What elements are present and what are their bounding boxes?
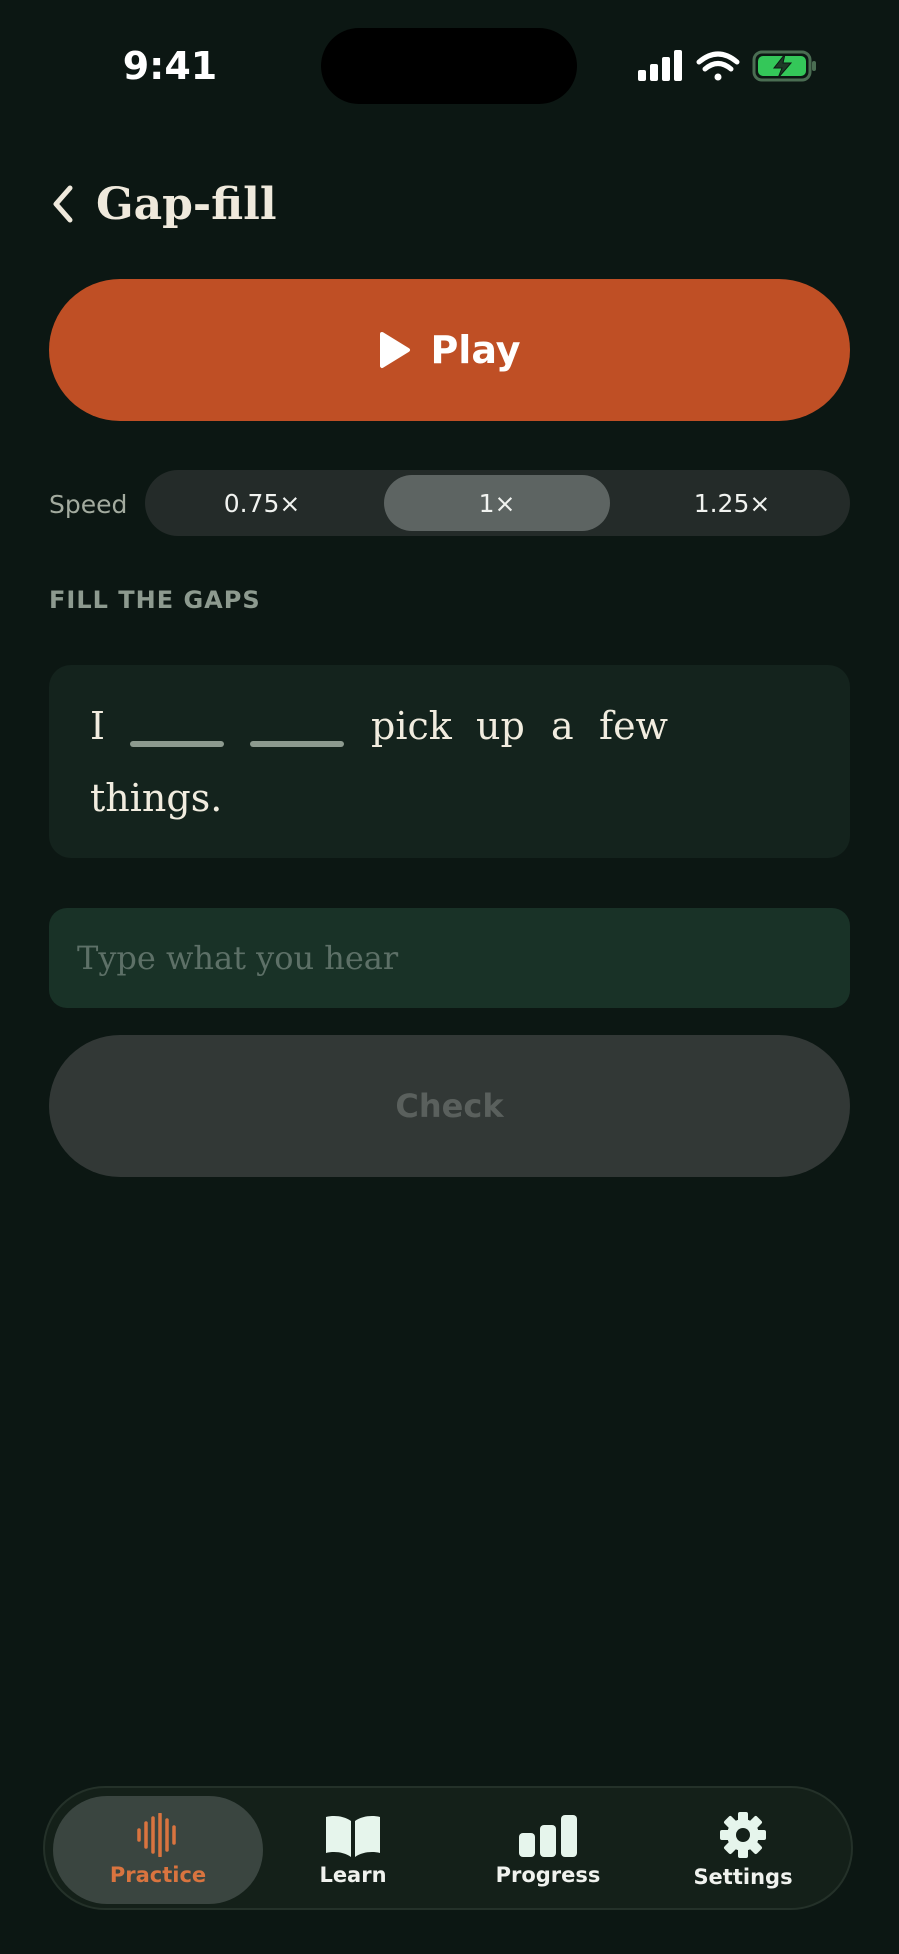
speed-option-1[interactable]: 1× bbox=[384, 475, 610, 531]
page-title: Gap-fill bbox=[96, 178, 277, 230]
tab-practice[interactable]: Practice bbox=[53, 1796, 263, 1904]
speed-option-1-25[interactable]: 1.25× bbox=[619, 475, 845, 531]
tab-label: Practice bbox=[109, 1863, 207, 1887]
tab-label: Progress bbox=[495, 1863, 601, 1887]
gap-blank-2 bbox=[250, 741, 344, 747]
section-label: FILL THE GAPS bbox=[49, 586, 261, 614]
chevron-left-icon bbox=[53, 185, 73, 223]
speed-label: Speed bbox=[49, 489, 128, 519]
tab-label: Learn bbox=[319, 1863, 387, 1887]
answer-input[interactable] bbox=[49, 908, 850, 1008]
sentence-card: I pick up a few things. bbox=[49, 665, 850, 858]
cellular-signal-icon bbox=[638, 50, 682, 81]
tab-bar: Practice Learn Progress Settings bbox=[43, 1786, 853, 1910]
bar-chart-icon bbox=[519, 1815, 577, 1857]
waveform-icon bbox=[137, 1813, 176, 1857]
sentence-word: a bbox=[551, 704, 574, 748]
sentence-word: I bbox=[90, 704, 106, 748]
speed-selector: 0.75× 1× 1.25× bbox=[145, 470, 850, 536]
dynamic-island bbox=[321, 28, 577, 104]
battery-charging-icon bbox=[752, 50, 816, 82]
play-button[interactable]: Play bbox=[49, 279, 850, 421]
speed-option-0-75[interactable]: 0.75× bbox=[149, 475, 375, 531]
open-book-icon bbox=[326, 1816, 380, 1857]
sentence-word: things. bbox=[90, 776, 223, 820]
sentence-word: pick bbox=[371, 704, 452, 748]
wifi-icon bbox=[696, 51, 740, 81]
tab-settings[interactable]: Settings bbox=[638, 1796, 848, 1904]
play-icon bbox=[380, 332, 411, 368]
tab-learn[interactable]: Learn bbox=[248, 1796, 458, 1904]
back-button[interactable] bbox=[40, 172, 84, 236]
sentence-word: up bbox=[476, 704, 525, 748]
play-label: Play bbox=[430, 328, 521, 372]
status-time: 9:41 bbox=[122, 44, 218, 88]
sentence-word: few bbox=[599, 704, 669, 748]
status-icons bbox=[638, 50, 816, 82]
tab-progress[interactable]: Progress bbox=[443, 1796, 653, 1904]
gap-blank-1 bbox=[130, 741, 224, 747]
gear-icon bbox=[720, 1812, 766, 1858]
tab-label: Settings bbox=[693, 1865, 793, 1889]
check-button[interactable]: Check bbox=[49, 1035, 850, 1177]
